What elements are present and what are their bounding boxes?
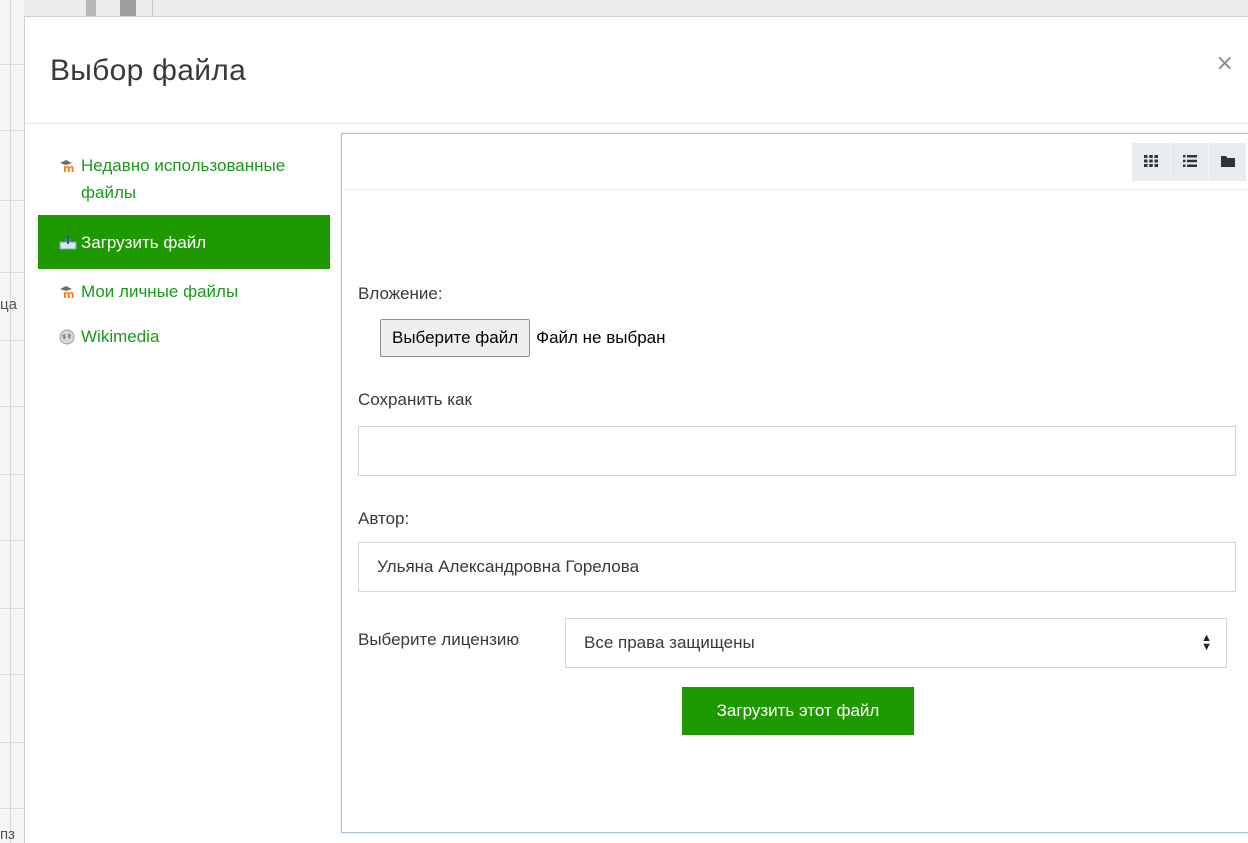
- background-text-fragment: пз: [0, 826, 15, 843]
- background-row-line: [0, 608, 24, 609]
- background-row-line: [0, 540, 24, 541]
- background-row-line: [0, 674, 24, 675]
- saveas-label: Сохранить как: [358, 390, 472, 409]
- background-row-line: [0, 340, 24, 341]
- background-row-line: [0, 272, 24, 273]
- license-select[interactable]: Все права защищены ▲ ▼: [565, 618, 1227, 668]
- upload-file-button[interactable]: Загрузить этот файл: [682, 687, 914, 735]
- background-row-line: [0, 200, 24, 201]
- sidebar-item-label: Загрузить файл: [81, 232, 207, 252]
- file-picker-dialog: Выбор файла × m Недавно использованные ф…: [24, 16, 1248, 843]
- background-block: [152, 0, 153, 16]
- upload-icon: [59, 229, 81, 256]
- background-block: [86, 0, 96, 16]
- sidebar-item-wikimedia[interactable]: Wikimedia: [38, 314, 330, 359]
- moodle-icon: m: [59, 278, 81, 305]
- sidebar-item-label: Wikimedia: [81, 327, 160, 346]
- dialog-title: Выбор файла: [50, 54, 247, 87]
- view-toggle-group: [1132, 143, 1246, 181]
- background-divider: [10, 0, 11, 843]
- repository-sidebar: m Недавно использованные файлы Загрузить…: [38, 143, 330, 359]
- saveas-input[interactable]: [358, 426, 1236, 476]
- panel-toolbar: [342, 134, 1248, 190]
- choose-file-button[interactable]: Выберите файл: [380, 319, 531, 357]
- dialog-header: Выбор файла ×: [25, 17, 1248, 124]
- background-text-fragment: ца: [0, 296, 17, 313]
- select-arrows-icon: ▲ ▼: [1201, 632, 1212, 653]
- sidebar-item-upload-file[interactable]: Загрузить файл: [38, 215, 330, 269]
- close-button[interactable]: ×: [1216, 53, 1234, 75]
- license-selected-value: Все права защищены: [584, 633, 755, 652]
- folder-icon: [1220, 154, 1236, 171]
- background-row-line: [0, 406, 24, 407]
- background-page: ца пз: [0, 0, 24, 843]
- background-row-line: [0, 742, 24, 743]
- sidebar-item-private-files[interactable]: m Мои личные файлы: [38, 269, 330, 314]
- svg-text:m: m: [63, 162, 74, 173]
- file-status-text: Файл не выбран: [536, 328, 666, 347]
- sidebar-item-label: Недавно использованные файлы: [81, 156, 286, 202]
- license-label: Выберите лицензию: [358, 630, 520, 649]
- upload-panel: Вложение: Выберите файл Файл не выбран С…: [341, 133, 1248, 833]
- grid-view-button[interactable]: [1132, 143, 1170, 181]
- background-row-line: [0, 808, 24, 809]
- author-input[interactable]: Ульяна Александровна Горелова: [358, 542, 1236, 592]
- author-input-value: Ульяна Александровна Горелова: [377, 557, 640, 576]
- wikimedia-icon: [59, 323, 81, 350]
- author-label: Автор:: [358, 509, 410, 528]
- list-icon: [1182, 154, 1198, 171]
- background-row-line: [0, 64, 24, 65]
- sidebar-item-recent-files[interactable]: m Недавно использованные файлы: [38, 143, 330, 215]
- file-input-row: Выберите файл Файл не выбран: [380, 319, 666, 357]
- attachment-label: Вложение:: [358, 284, 443, 303]
- grid-icon: [1143, 154, 1159, 171]
- list-view-button[interactable]: [1170, 143, 1208, 181]
- background-block: [120, 0, 136, 16]
- background-row-line: [0, 474, 24, 475]
- sidebar-item-label: Мои личные файлы: [81, 282, 239, 301]
- svg-text:m: m: [63, 288, 74, 299]
- tree-view-button[interactable]: [1208, 143, 1246, 181]
- background-row-line: [0, 130, 24, 131]
- background-header: [24, 0, 1248, 16]
- moodle-icon: m: [59, 152, 81, 179]
